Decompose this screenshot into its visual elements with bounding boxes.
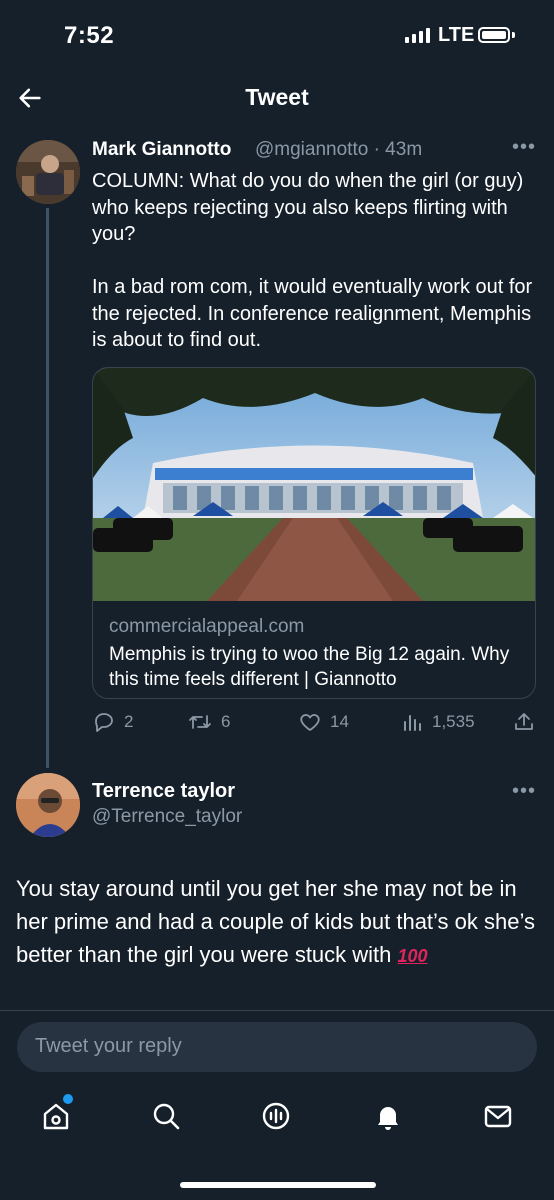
page-title: Tweet [245,84,309,110]
search-icon[interactable] [150,1100,182,1132]
views-action[interactable]: 1,535 [402,710,475,734]
retweet-count: 6 [221,712,231,731]
views-count: 1,535 [432,712,475,731]
reply-avatar[interactable] [16,773,80,837]
thread-line [46,208,49,768]
more-options-icon[interactable]: ••• [512,136,536,159]
reply-text-content: You stay around until you get her she ma… [16,876,535,967]
share-icon [515,713,533,730]
reply-text: You stay around until you get her she ma… [16,872,536,973]
hundred-points-emoji-icon: 100 [397,946,428,966]
avatar[interactable] [16,140,80,204]
like-count: 14 [330,712,349,731]
battery-icon [478,27,510,43]
stadium-image [93,368,535,601]
card-title: Memphis is trying to woo the Big 12 agai… [109,644,510,690]
author-name[interactable]: Mark Giannotto [92,139,231,161]
card-domain: commercialappeal.com [109,616,305,637]
like-action[interactable]: 14 [298,710,349,734]
notifications-bell-icon[interactable] [372,1100,404,1132]
reply-input-placeholder: Tweet your reply [35,1035,182,1057]
retweet-action[interactable]: 6 [187,710,230,734]
network-label: LTE [438,24,475,46]
link-card[interactable]: commercialappeal.com Memphis is trying t… [92,367,536,699]
notification-dot [61,1092,75,1106]
reply-input[interactable]: Tweet your reply [17,1022,537,1072]
tweet-actions: 2 6 14 1,535 [92,710,536,738]
divider [0,1010,554,1011]
share-action[interactable] [512,710,536,734]
signal-icon [405,28,430,43]
reply-more-options-icon[interactable]: ••• [512,780,536,803]
reply-count: 2 [124,712,134,731]
status-time: 7:52 [64,22,115,49]
views-icon [404,715,421,731]
reply-author-name[interactable]: Terrence taylor [92,780,235,803]
messages-icon[interactable] [482,1100,514,1132]
reply-author-handle[interactable]: @Terrence_taylor [92,806,242,828]
reply-icon [95,713,113,732]
retweet-icon [189,715,211,729]
back-arrow-icon[interactable] [16,84,44,112]
heart-icon [300,714,320,731]
spaces-icon[interactable] [260,1100,292,1132]
tweet-text: COLUMN: What do you do when the girl (or… [92,170,533,351]
battery-tip [512,32,515,38]
home-indicator [180,1182,376,1188]
author-handle[interactable]: @mgiannotto · 43m [255,139,422,161]
reply-action[interactable]: 2 [92,710,133,734]
